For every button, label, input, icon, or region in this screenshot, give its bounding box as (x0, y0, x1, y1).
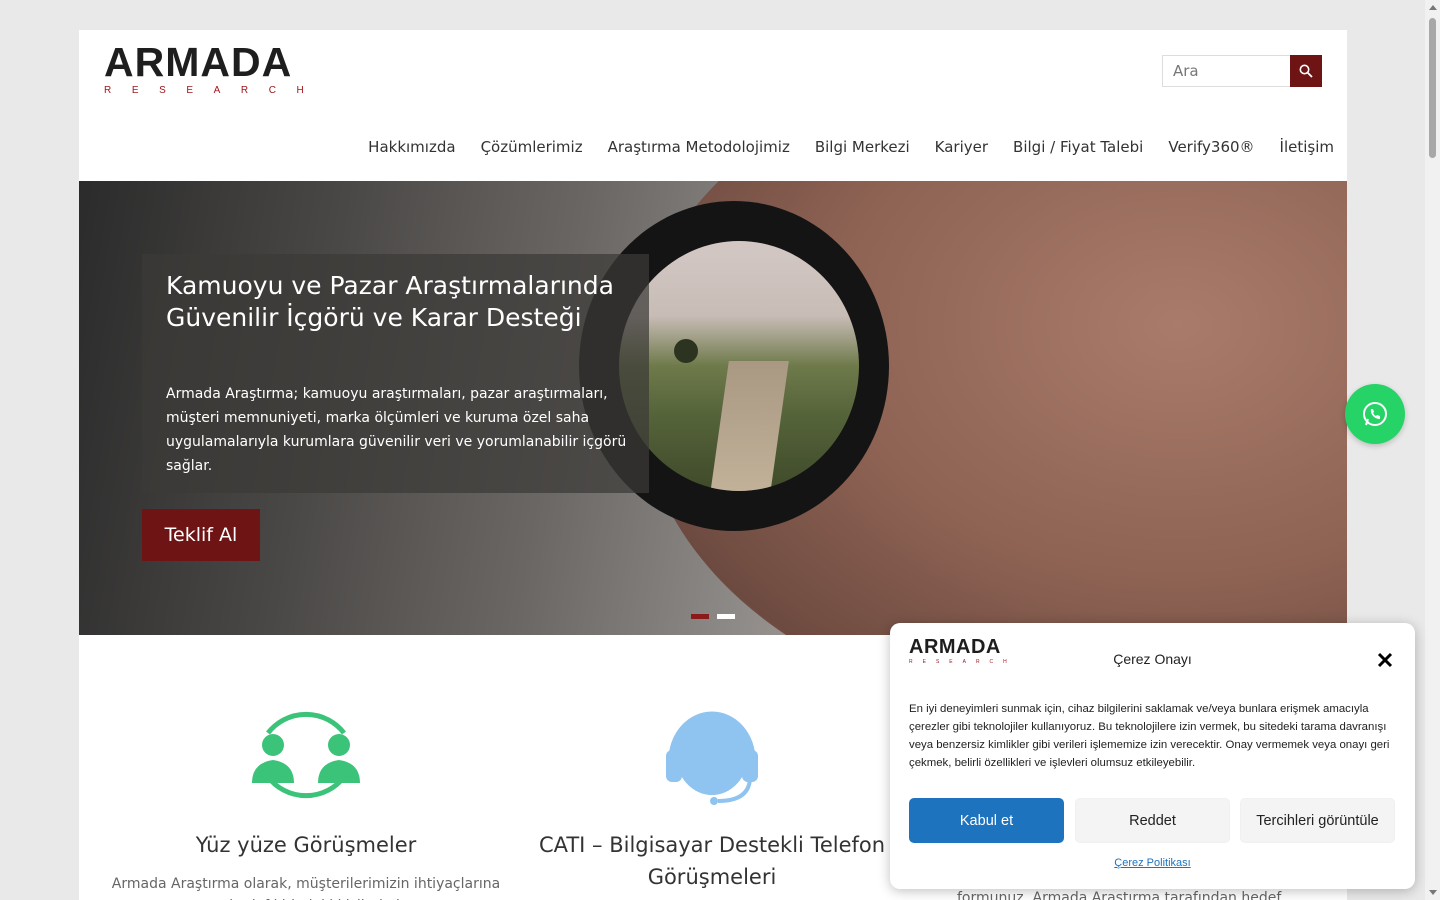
cookie-consent-dialog: ARMADA RESEARCH Çerez Onayı En iyi deney… (890, 623, 1415, 889)
nav-item-verify360[interactable]: Verify360® (1168, 138, 1254, 156)
nav-item-arastirma-metodolojimiz[interactable]: Araştırma Metodolojimiz (608, 138, 790, 156)
hero-slider: Kamuoyu ve Pazar Araştırmalarında Güveni… (79, 181, 1347, 635)
nav-item-hakkimizda[interactable]: Hakkımızda (368, 138, 455, 156)
search-button[interactable] (1290, 55, 1322, 87)
feature-partial-text: formunuz, Armada Araştırma tarafından he… (957, 890, 1282, 900)
scroll-thumb[interactable] (1429, 18, 1436, 158)
nav-item-kariyer[interactable]: Kariyer (935, 138, 988, 156)
hero-caption: Kamuoyu ve Pazar Araştırmalarında Güveni… (142, 254, 649, 493)
nav-item-cozumlerimiz[interactable]: Çözümlerimiz (481, 138, 583, 156)
nav-item-bilgi-fiyat-talebi[interactable]: Bilgi / Fiyat Talebi (1013, 138, 1143, 156)
slider-dot-2[interactable] (717, 614, 735, 619)
feature-title: Yüz yüze Görüşmeler (195, 833, 417, 857)
face-to-face-icon (252, 711, 360, 799)
slider-dot-1[interactable] (691, 614, 709, 619)
search-input[interactable] (1163, 56, 1290, 86)
hero-text: Armada Araştırma; kamuoyu araştırmaları,… (166, 386, 627, 474)
logo-main-text: ARMADA (104, 39, 293, 85)
close-icon (1377, 652, 1393, 668)
slider-dots (691, 614, 735, 619)
cookie-policy-link[interactable]: Çerez Politikası (890, 857, 1415, 869)
whatsapp-button[interactable] (1345, 384, 1405, 444)
nav-item-iletisim[interactable]: İletişim (1280, 138, 1334, 156)
close-button[interactable] (1375, 650, 1395, 670)
scroll-down-icon[interactable] (1429, 890, 1437, 895)
logo[interactable]: ARMADA RESEARCH (104, 42, 324, 97)
headset-icon (666, 711, 758, 805)
hero-cta-button[interactable]: Teklif Al (142, 509, 260, 561)
accept-button[interactable]: Kabul et (909, 798, 1064, 843)
scroll-up-icon[interactable] (1429, 5, 1437, 10)
logo-sub-text: RESEARCH (104, 85, 325, 96)
feature-title: CATI – Bilgisayar Destekli Telefon Görüş… (538, 833, 886, 889)
page-scrollbar[interactable] (1425, 0, 1440, 900)
main-nav: Hakkımızda Çözümlerimiz Araştırma Metodo… (343, 138, 1334, 156)
nav-item-bilgi-merkezi[interactable]: Bilgi Merkezi (815, 138, 910, 156)
cookie-text: En iyi deneyimleri sunmak için, cihaz bi… (909, 703, 1390, 769)
whatsapp-icon (1363, 402, 1387, 426)
preferences-button[interactable]: Tercihleri görüntüle (1240, 798, 1395, 843)
hero-lens-view (619, 241, 859, 491)
search-form (1162, 55, 1322, 87)
cookie-title: Çerez Onayı (1113, 651, 1192, 667)
deny-button[interactable]: Reddet (1075, 798, 1230, 843)
hero-title: Kamuoyu ve Pazar Araştırmalarında Güveni… (166, 271, 614, 332)
feature-face-to-face: Yüz yüze Görüşmeler Armada Araştırma ola… (96, 705, 516, 900)
feature-text: Armada Araştırma olarak, müşterilerimizi… (111, 876, 501, 900)
search-icon (1299, 64, 1313, 78)
feature-cati: CATI – Bilgisayar Destekli Telefon Görüş… (502, 705, 922, 893)
